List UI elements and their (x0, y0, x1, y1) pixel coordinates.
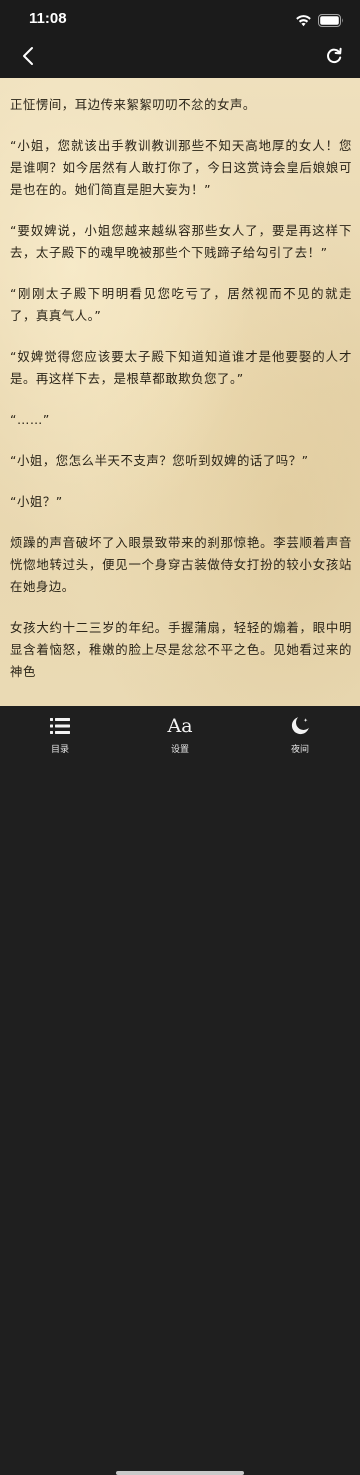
font-size-icon: Aa (167, 714, 192, 738)
chevron-left-icon (21, 46, 35, 70)
back-button[interactable] (14, 44, 42, 72)
status-time: 11:08 (29, 10, 67, 27)
refresh-button[interactable] (320, 44, 348, 72)
chapter-text: 正怔愣间，耳边传来絮絮叨叨不忿的女声。 “小姐，您就该出手教训教训那些不知天高地… (10, 94, 352, 702)
tab-label: 夜间 (290, 745, 309, 755)
tab-label: 目录 (50, 745, 69, 755)
paragraph: “刚刚太子殿下明明看见您吃亏了，居然视而不见的就走了，真真气人。” (10, 286, 352, 323)
font-size-glyph: Aa (167, 715, 193, 737)
paragraph: “小姐？” (10, 494, 63, 509)
status-bar: 11:08 (0, 0, 360, 38)
bottom-toolbar: 目录 Aa 设置 夜间 (0, 706, 360, 1475)
paragraph: “要奴婢说，小姐您越来越纵容那些女人了，要是再这样下去，太子殿下的魂早晚被那些个… (10, 223, 352, 260)
paragraph: 烦躁的声音破坏了入眼景致带来的刹那惊艳。李芸顺着声音恍惚地转过头，便见一个身穿古… (10, 535, 352, 594)
paragraph: “小姐，您就该出手教训教训那些不知天高地厚的女人！您是谁啊？如今居然有人敢打你了… (10, 138, 352, 197)
nav-bar (0, 38, 360, 78)
status-icons (295, 12, 344, 31)
wifi-icon (295, 12, 312, 31)
tab-contents[interactable]: 目录 (30, 714, 90, 758)
refresh-icon (325, 47, 343, 69)
tab-settings[interactable]: Aa 设置 (150, 714, 210, 758)
paragraph: “奴婢觉得您应该要太子殿下知道知道谁才是他要娶的人才是。再这样下去，是根草都敢欺… (10, 349, 352, 386)
moon-icon (290, 714, 310, 738)
home-indicator[interactable] (116, 1471, 244, 1475)
paragraph: 正怔愣间，耳边传来絮絮叨叨不忿的女声。 (10, 97, 256, 112)
list-icon (50, 714, 70, 738)
reader-page[interactable]: 正怔愣间，耳边传来絮絮叨叨不忿的女声。 “小姐，您就该出手教训教训那些不知天高地… (0, 78, 360, 706)
paragraph: 女孩大约十二三岁的年纪。手握蒲扇，轻轻的煽着，眼中明显含着恼怒，稚嫩的脸上尽是忿… (10, 620, 352, 679)
battery-icon (318, 12, 344, 31)
tab-night-mode[interactable]: 夜间 (270, 714, 330, 758)
paragraph: “……” (10, 412, 50, 427)
tab-label: 设置 (170, 745, 189, 755)
paragraph: “小姐，您怎么半天不支声？您听到奴婢的话了吗？” (10, 453, 309, 468)
